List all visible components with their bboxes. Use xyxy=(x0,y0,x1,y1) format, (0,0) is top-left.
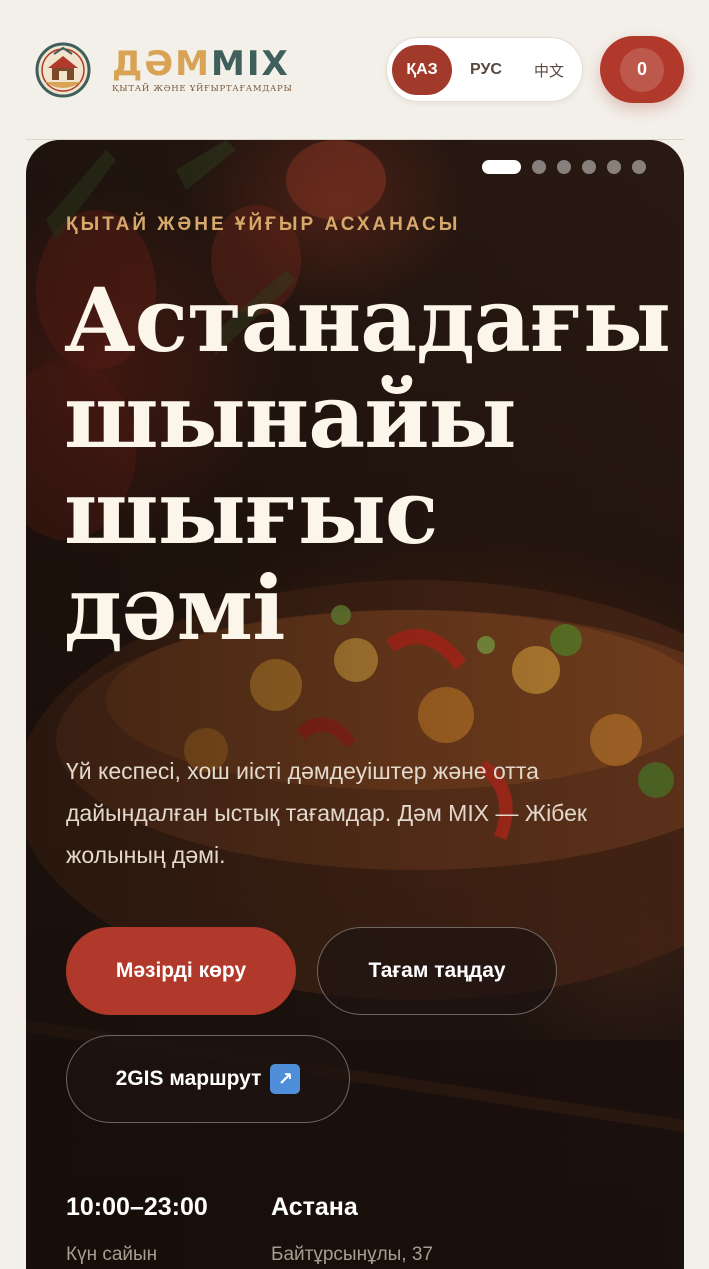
choose-dish-button[interactable]: Тағам таңдау xyxy=(317,927,557,1015)
slider-dot-2[interactable] xyxy=(532,160,546,174)
cart-button[interactable]: 0 xyxy=(600,36,684,103)
slider-dot-6[interactable] xyxy=(632,160,646,174)
external-link-arrow-icon: ↗ xyxy=(270,1064,301,1094)
hero-title-line-4: дәмі xyxy=(64,556,286,660)
brand-wordmark: ДӘМMIX xyxy=(112,46,293,82)
hero-title-line-2: шынайы xyxy=(64,364,517,468)
slider-dot-5[interactable] xyxy=(607,160,621,174)
view-menu-button[interactable]: Мәзірді көру xyxy=(66,927,296,1015)
hero-description: Үй кеспесі, хош иісті дәмдеуіштер және о… xyxy=(66,758,587,868)
site-header: ДӘМMIX ҚЫТАЙ ЖӘНЕ ҰЙҒЫРТАҒАМДАРЫ ҚАЗ РУС… xyxy=(0,0,709,140)
brand-logo[interactable]: ДӘМMIX ҚЫТАЙ ЖӘНЕ ҰЙҒЫРТАҒАМДАРЫ xyxy=(26,42,293,98)
hero-title-line-3: шығыс xyxy=(64,460,439,564)
2gis-route-label: 2GIS маршрут xyxy=(115,1067,262,1090)
wordmark-dam: ДӘМ xyxy=(112,44,211,84)
location-city: Астана xyxy=(271,1193,358,1221)
language-switcher: ҚАЗ РУС 中文 xyxy=(386,37,583,102)
lang-chinese-button[interactable]: 中文 xyxy=(519,45,579,95)
opening-hours-value: 10:00–23:00 xyxy=(66,1193,208,1221)
lang-russian-button[interactable]: РУС xyxy=(456,45,516,95)
2gis-route-button[interactable]: 2GIS маршрут ↗ xyxy=(66,1035,350,1123)
opening-hours-note: Күн сайын xyxy=(66,1244,158,1265)
hero-title-line-1: Астанадағы xyxy=(64,268,671,372)
hero-slider: ҚЫТАЙ ЖӘНЕ ҰЙҒЫР АСХАНАСЫ Астанадағы шын… xyxy=(26,140,684,1269)
view-menu-label: Мәзірді көру xyxy=(115,959,247,982)
wordmark-mix: MIX xyxy=(211,44,290,84)
logo-emblem-icon xyxy=(35,42,91,98)
lang-kazakh-button[interactable]: ҚАЗ xyxy=(392,45,452,95)
hero-eyebrow: ҚЫТАЙ ЖӘНЕ ҰЙҒЫР АСХАНАСЫ xyxy=(66,214,461,235)
slider-dots xyxy=(482,160,646,174)
choose-dish-label: Тағам таңдау xyxy=(368,959,506,982)
slider-dot-3[interactable] xyxy=(557,160,571,174)
slider-dot-1[interactable] xyxy=(482,160,521,174)
page: ДӘМMIX ҚЫТАЙ ЖӘНЕ ҰЙҒЫРТАҒАМДАРЫ ҚАЗ РУС… xyxy=(0,0,709,1269)
brand-tagline: ҚЫТАЙ ЖӘНЕ ҰЙҒЫРТАҒАМДАРЫ xyxy=(112,84,293,94)
slider-dot-4[interactable] xyxy=(582,160,596,174)
opening-hours: 10:00–23:00 Күн сайын xyxy=(66,1193,208,1266)
hero-title: Астанадағы шынайы шығыс дәмі xyxy=(64,268,671,660)
location-address: Байтұрсынұлы, 37 xyxy=(271,1244,434,1265)
cart-count-badge: 0 xyxy=(620,47,664,92)
location-info: Астана Байтұрсынұлы, 37 xyxy=(271,1193,433,1266)
